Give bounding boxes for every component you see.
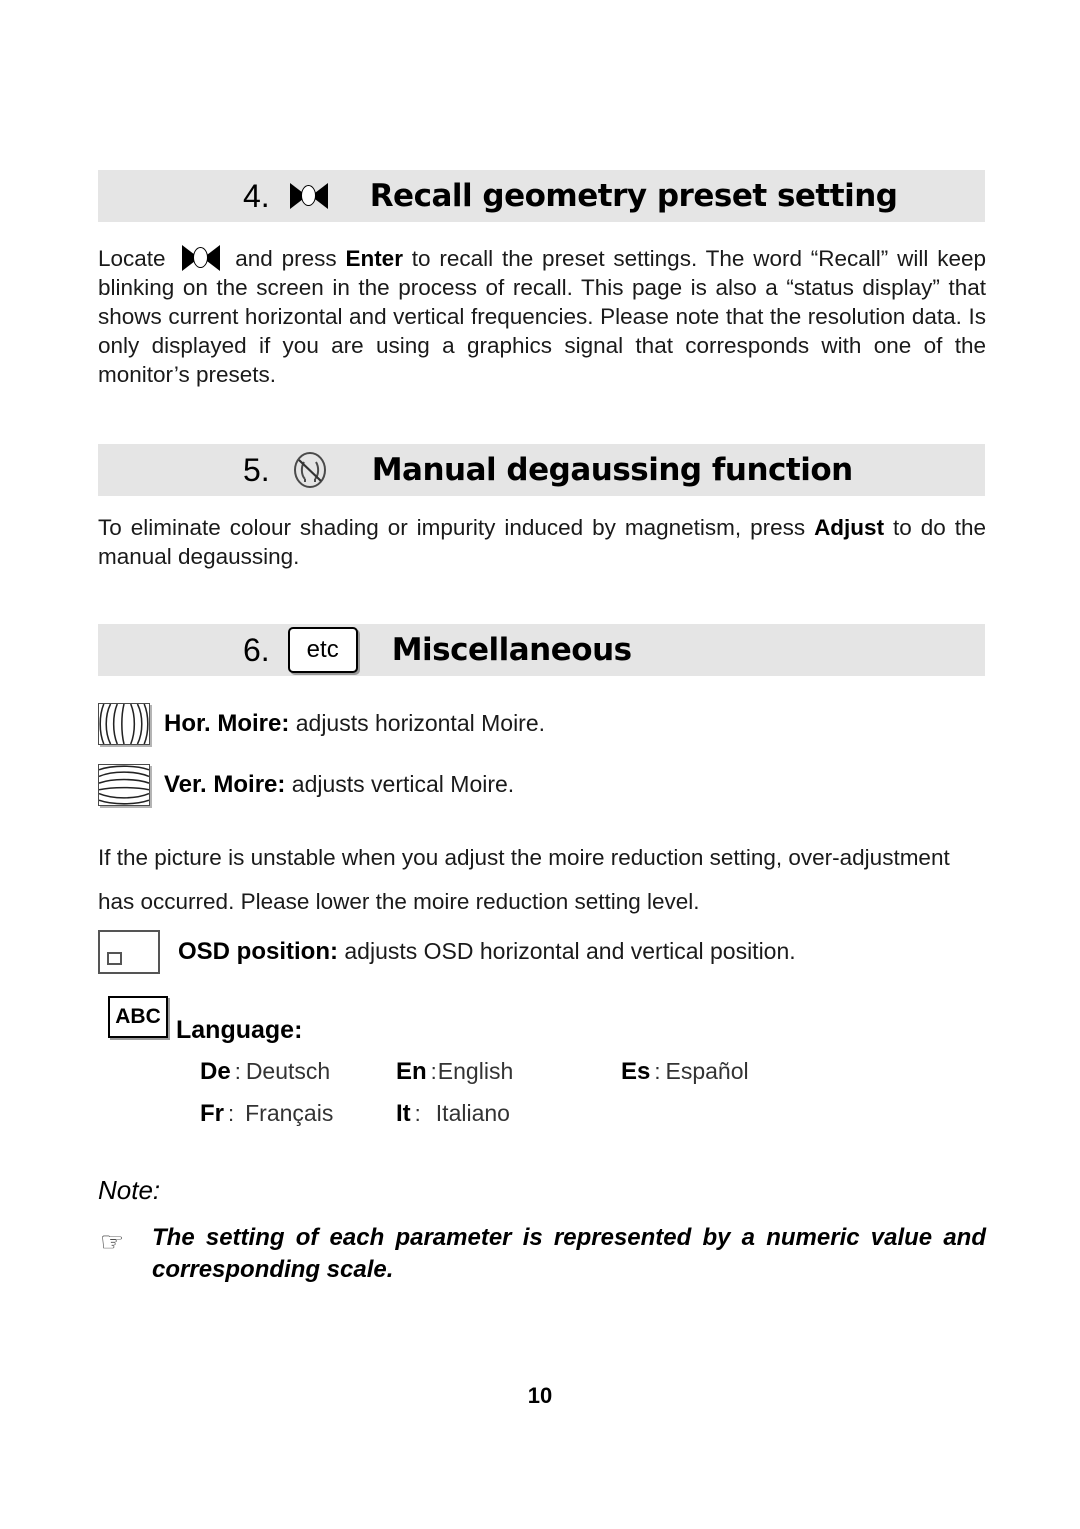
recall-bowtie-icon: [289, 183, 328, 209]
language-code-de: De: [200, 1058, 231, 1085]
feature-hor-moire: Hor. Moire: adjusts horizontal Moire.: [98, 703, 545, 745]
abc-icon: ABC: [108, 996, 168, 1038]
language-code-es: Es: [621, 1058, 651, 1085]
section-title-6: Miscellaneous: [391, 632, 632, 668]
section-number-4: 4.: [243, 177, 270, 214]
language-name-es: Español: [665, 1058, 749, 1084]
section-4-paragraph: Locate and press Enter to recall the pre…: [98, 244, 986, 389]
note-label: Note:: [98, 1175, 161, 1205]
language-code-fr: Fr: [200, 1100, 224, 1127]
feature-ver-moire: Ver. Moire: adjusts vertical Moire.: [98, 764, 514, 806]
degauss-icon: [292, 451, 328, 489]
osd-position-label: OSD position:: [178, 938, 338, 965]
section-title-5: Manual degaussing function: [371, 452, 854, 488]
ver-moire-description: adjusts vertical Moire.: [291, 771, 515, 797]
language-separator: :: [228, 1101, 235, 1126]
language-row: Fr : Français It : Italiano: [200, 1100, 749, 1128]
language-code-en: En: [396, 1058, 427, 1085]
page-number: 10: [527, 1383, 553, 1408]
adjust-key-label: Adjust: [814, 515, 885, 540]
section-5-paragraph: To eliminate colour shading or impurity …: [98, 513, 986, 571]
language-row: De : Deutsch En : English Es : Español: [200, 1058, 749, 1086]
section-heading-4: 4. Recall geometry preset setting: [98, 170, 985, 222]
ver-moire-label: Ver. Moire:: [164, 771, 286, 798]
moire-warning-paragraph: If the picture is unstable when you adju…: [98, 845, 950, 914]
language-item-de: De : Deutsch: [200, 1058, 396, 1086]
note-text: The setting of each parameter is represe…: [152, 1224, 986, 1283]
ver-moire-icon: [98, 764, 150, 806]
language-name-en: English: [437, 1058, 514, 1084]
enter-key-label: Enter: [345, 246, 403, 271]
hor-moire-icon: [98, 703, 150, 745]
osd-position-description: adjusts OSD horizontal and vertical posi…: [344, 938, 796, 964]
after-icon-text: and press: [235, 246, 337, 271]
feature-osd-position: OSD position: adjusts OSD horizontal and…: [98, 930, 796, 974]
language-item-es: Es : Español: [621, 1058, 749, 1086]
language-name-it: Italiano: [435, 1100, 510, 1126]
recall-bowtie-icon-inline: [182, 245, 221, 272]
section-title-4: Recall geometry preset setting: [369, 178, 898, 214]
language-separator: :: [234, 1059, 241, 1084]
document-page: 4. Recall geometry preset setting Locate…: [0, 0, 1080, 1529]
pointing-hand-icon: ☞: [100, 1227, 125, 1257]
etc-icon: etc: [287, 627, 358, 673]
section-number-6: 6.: [243, 631, 270, 668]
osd-position-icon: [98, 930, 160, 974]
hor-moire-label: Hor. Moire:: [164, 710, 290, 737]
language-separator: :: [654, 1059, 661, 1084]
language-item-fr: Fr : Français: [200, 1100, 396, 1128]
section-number-5: 5.: [243, 451, 270, 488]
language-name-de: Deutsch: [245, 1058, 331, 1084]
language-item-en: En : English: [396, 1058, 621, 1086]
section-4-rest-text: to recall the preset settings. The word …: [98, 246, 986, 388]
section-heading-6: 6. etc Miscellaneous: [98, 624, 985, 676]
section-heading-5: 5. Manual degaussing function: [98, 444, 985, 496]
abc-icon-wrap: ABC: [108, 996, 168, 1038]
language-heading: Language:: [176, 1016, 303, 1044]
section-5-intro-text: To eliminate colour shading or impurity …: [98, 515, 806, 540]
language-list: De : Deutsch En : English Es : Español F…: [200, 1058, 749, 1128]
language-item-it: It : Italiano: [396, 1100, 510, 1128]
language-name-fr: Français: [245, 1100, 334, 1126]
hor-moire-description: adjusts horizontal Moire.: [295, 710, 546, 736]
language-separator: :: [414, 1101, 421, 1126]
language-code-it: It: [396, 1100, 411, 1127]
language-separator: :: [430, 1059, 437, 1084]
locate-word: Locate: [98, 246, 166, 271]
